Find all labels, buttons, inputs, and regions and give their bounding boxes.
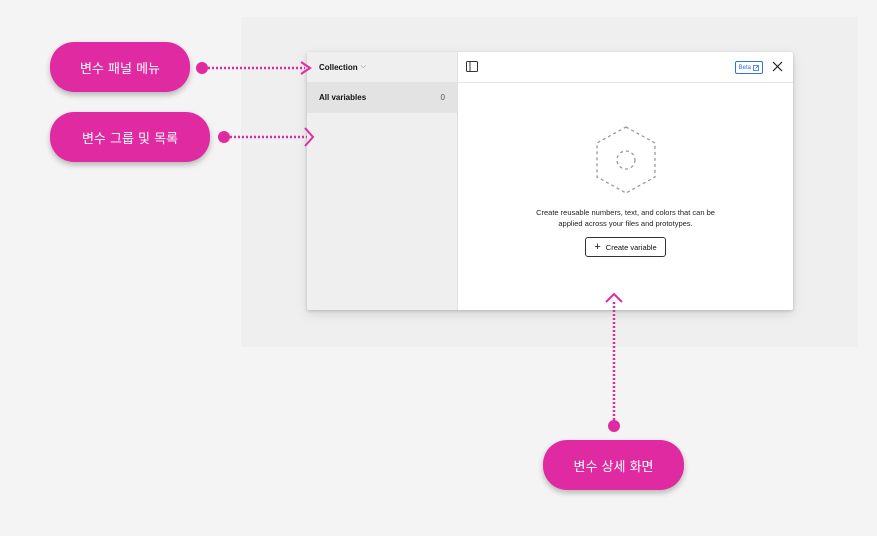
annotation-groups-list-label: 변수 그룹 및 목록: [81, 131, 179, 147]
annotation-dot-groups-list: [218, 131, 230, 143]
annotation-detail-view-label: 변수 상세 화면: [573, 459, 654, 475]
annotation-arrowhead-detail-view: [605, 292, 623, 303]
annotation-dot-detail-view: [608, 420, 620, 432]
annotation-arrowhead-panel-menu: [300, 61, 312, 75]
annotation-dot-panel-menu: [196, 62, 208, 74]
annotation-panel-menu-label: 변수 패널 메뉴: [79, 61, 161, 77]
annotation-groups-list: 변수 그룹 및 목록: [50, 112, 210, 162]
annotation-panel-menu: 변수 패널 메뉴: [50, 42, 190, 92]
annotation-detail-view: 변수 상세 화면: [543, 440, 684, 490]
